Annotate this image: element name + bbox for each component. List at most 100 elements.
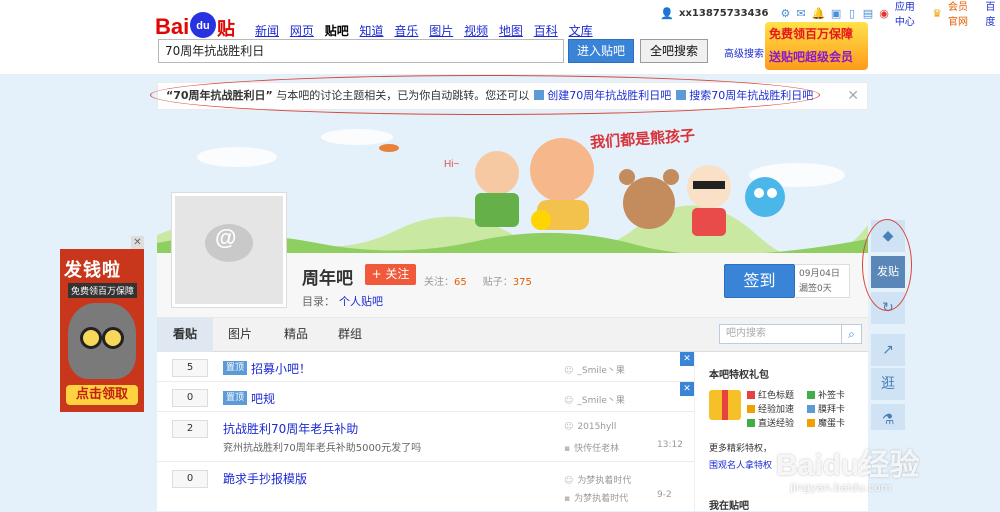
nav-link-map[interactable]: 地图 (499, 22, 523, 39)
baidu-jingyan-watermark: Baidu经验 (776, 449, 920, 482)
logo-paw-icon: du (190, 12, 216, 38)
thread-title[interactable]: 跪求手抄报模版 (223, 470, 307, 487)
pinned-badge: 置顶 (223, 361, 247, 375)
search-icon[interactable]: ⌕ (842, 324, 862, 344)
thread-author[interactable]: 2015hyll (564, 422, 616, 432)
watermark-url: jingyan.baidu.com (790, 481, 892, 494)
nav-link-video[interactable]: 视频 (464, 22, 488, 39)
all-tieba-search-button[interactable]: 全吧搜索 (640, 39, 708, 63)
gift-item[interactable]: 红色标题 (747, 388, 794, 401)
tab-images[interactable]: 图片 (213, 318, 267, 352)
gift-item[interactable]: 膜拜卡 (807, 402, 845, 415)
thread-title[interactable]: 吧规 (251, 390, 275, 407)
flask-icon[interactable]: ⚗ (871, 404, 905, 430)
user-bar: 👤 xx13875733436 ⚙ ✉ 🔔 ▣ ▯ ▤ ◉ 应用中心 ♛ 会员官… (660, 2, 1000, 28)
left-ad[interactable]: 发钱啦 免费领百万保障 点击领取 (60, 249, 144, 412)
thread-author[interactable]: _Smile丶果 (564, 363, 625, 376)
annotation-ellipse-notice (150, 75, 820, 115)
tab-groups[interactable]: 群组 (323, 318, 377, 352)
thread-abstract: 兖州抗战胜利70周年老兵补助5000元发了吗 (223, 443, 422, 454)
thread-time: 9-2 (657, 490, 672, 500)
catalog-link[interactable]: 个人贴吧 (339, 295, 383, 308)
thread-last-reply[interactable]: 为梦执着时代 (564, 491, 628, 504)
gift-pack-title: 本吧特权礼包 (709, 370, 769, 381)
gift-item[interactable]: 经验加速 (747, 402, 794, 415)
thread-title[interactable]: 招募小吧！ (251, 360, 311, 377)
tab-posts[interactable]: 看贴 (157, 318, 213, 352)
product-nav: 新闻 网页 贴吧 知道 音乐 图片 视频 地图 百科 文库 (255, 22, 600, 39)
in-forum-title: 我在贴吧 (709, 501, 749, 512)
nav-link-web[interactable]: 网页 (290, 22, 314, 39)
nav-link-news[interactable]: 新闻 (255, 22, 279, 39)
app-center-link[interactable]: 应用中心 (895, 0, 924, 28)
posts-count: 375 (512, 277, 532, 288)
thread-time: 13:12 (657, 440, 683, 450)
message-icon[interactable]: ▣ (831, 7, 841, 20)
nav-link-wenku[interactable]: 文库 (569, 22, 593, 39)
forum-stats: 关注：65 贴子：375 (424, 273, 548, 288)
thread-row[interactable]: 5 置顶 招募小吧！ _Smile丶果 ✕ (157, 352, 694, 382)
user-icon[interactable]: 👤 (660, 7, 674, 20)
thread-row[interactable]: 2 抗战胜利70周年老兵补助 兖州抗战胜利70周年老兵补助5000元发了吗 20… (157, 412, 694, 462)
share-icon[interactable]: ↗ (871, 334, 905, 366)
forum-avatar: @ (171, 192, 287, 308)
nav-link-music[interactable]: 音乐 (394, 22, 418, 39)
forum-catalog: 目录： 个人贴吧 (302, 293, 383, 309)
promo-line1: 免费领百万保障 (769, 27, 854, 41)
mobile-icon[interactable]: ▯ (847, 7, 857, 20)
enter-tieba-button[interactable]: 进入贴吧 (568, 39, 634, 63)
annotation-ellipse-post (862, 219, 912, 311)
top-bar: Bai du 贴吧 新闻 网页 贴吧 知道 音乐 图片 视频 地图 百科 文库 … (0, 0, 1000, 74)
thread-author[interactable]: _Smile丶果 (564, 393, 625, 406)
nav-link-baike[interactable]: 百科 (534, 22, 558, 39)
search-input[interactable]: 70周年抗战胜利日 (158, 39, 564, 63)
thread-title[interactable]: 抗战胜利70周年老兵补助 (223, 420, 358, 437)
close-icon[interactable]: ✕ (680, 352, 694, 366)
cat-image (68, 303, 136, 379)
promo-banner[interactable]: 免费领百万保障 送贴吧超级会员 (765, 22, 868, 70)
baidu-tieba-logo[interactable]: Bai du 贴吧 (155, 12, 250, 66)
pinned-badge: 置顶 (223, 391, 247, 405)
thread-last-reply[interactable]: 快传任老林 (564, 441, 619, 454)
thread-row[interactable]: 0 跪求手抄报模版 为梦执着时代 为梦执着时代 9-2 (157, 462, 694, 511)
gift-item[interactable]: 补签卡 (807, 388, 845, 401)
celebrity-link[interactable]: 围观名人拿特权 (709, 458, 772, 471)
tab-featured[interactable]: 精品 (269, 318, 323, 352)
more-privileges-text: 更多精彩特权， (709, 444, 773, 454)
ad-claim-button[interactable]: 点击领取 (66, 385, 138, 405)
reply-count: 5 (172, 359, 208, 377)
box-icon[interactable]: ▤ (863, 7, 873, 20)
close-icon[interactable]: ✕ (680, 382, 694, 396)
catalog-label: 目录： (302, 295, 335, 308)
baidu-home-link[interactable]: 百度 (985, 0, 1000, 28)
follow-label: 关注： (424, 277, 454, 288)
heart-icon[interactable]: 逛 (871, 368, 905, 400)
ad-subtitle: 免费领百万保障 (68, 283, 138, 298)
advanced-search-link[interactable]: 高级搜索 (724, 45, 764, 60)
gear-icon[interactable]: ⚙ (780, 7, 790, 20)
follow-button[interactable]: + 关注 (365, 264, 416, 285)
close-icon[interactable]: ✕ (847, 83, 859, 109)
gift-icon (709, 390, 741, 420)
nav-link-zhidao[interactable]: 知道 (360, 22, 384, 39)
posts-label: 贴子： (482, 277, 513, 288)
nav-link-image[interactable]: 图片 (429, 22, 453, 39)
thread-list: 5 置顶 招募小吧！ _Smile丶果 ✕ 0 置顶 吧规 _Smile丶果 ✕… (157, 352, 694, 511)
vip-link[interactable]: 会员官网 (948, 0, 977, 28)
nav-link-tieba[interactable]: 贴吧 (325, 22, 349, 39)
mail-icon[interactable]: ✉ (796, 7, 806, 20)
promo-line2: 送贴吧超级会员 (769, 50, 854, 64)
gift-item[interactable]: 魔蛋卡 (807, 416, 845, 429)
reply-count: 2 (172, 420, 208, 438)
forum-search-input[interactable]: 吧内搜索 (719, 324, 842, 344)
ad-close-icon[interactable]: ✕ (131, 236, 144, 249)
signin-missed: 漏签0天 (799, 284, 832, 294)
username[interactable]: xx13875733436 (679, 8, 768, 19)
follow-count: 65 (454, 277, 467, 288)
bell-icon[interactable]: 🔔 (812, 7, 826, 20)
thread-row[interactable]: 0 置顶 吧规 _Smile丶果 ✕ (157, 382, 694, 412)
signin-button[interactable]: 签到 (724, 264, 795, 298)
forum-name[interactable]: 周年吧 (302, 264, 353, 289)
gift-item[interactable]: 直送经验 (747, 416, 794, 429)
thread-author[interactable]: 为梦执着时代 (564, 473, 631, 486)
